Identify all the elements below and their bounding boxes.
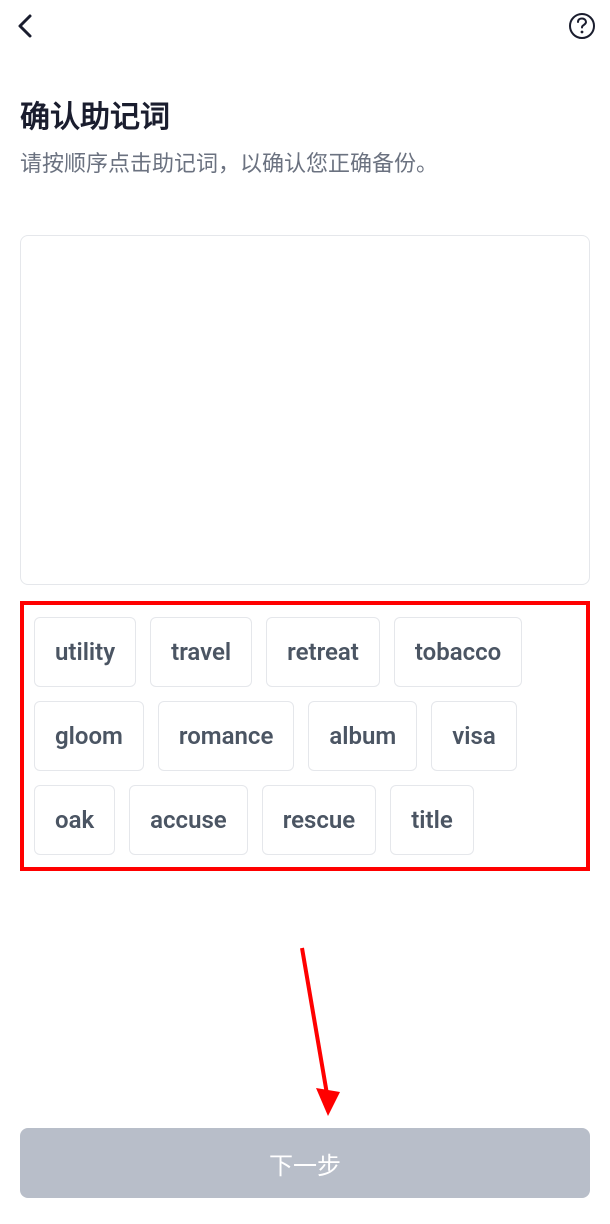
arrow-annotation-icon bbox=[290, 940, 350, 1140]
mnemonic-word-grid: utility travel retreat tobacco gloom rom… bbox=[34, 617, 576, 855]
mnemonic-word[interactable]: gloom bbox=[34, 701, 144, 771]
mnemonic-word[interactable]: retreat bbox=[266, 617, 380, 687]
mnemonic-word[interactable]: romance bbox=[158, 701, 294, 771]
mnemonic-word[interactable]: title bbox=[390, 785, 474, 855]
mnemonic-word-grid-highlight: utility travel retreat tobacco gloom rom… bbox=[20, 601, 590, 871]
title-section: 确认助记词 请按顺序点击助记词，以确认您正确备份。 bbox=[0, 52, 610, 191]
back-button[interactable] bbox=[14, 14, 38, 38]
mnemonic-word[interactable]: accuse bbox=[129, 785, 248, 855]
chevron-left-icon bbox=[16, 12, 36, 40]
mnemonic-word[interactable]: tobacco bbox=[394, 617, 522, 687]
selected-words-area[interactable] bbox=[20, 235, 590, 585]
mnemonic-word[interactable]: oak bbox=[34, 785, 115, 855]
mnemonic-word[interactable]: utility bbox=[34, 617, 136, 687]
header-bar bbox=[0, 0, 610, 52]
mnemonic-word[interactable]: travel bbox=[150, 617, 252, 687]
help-button[interactable] bbox=[568, 12, 596, 40]
page-subtitle: 请按顺序点击助记词，以确认您正确备份。 bbox=[20, 148, 590, 181]
mnemonic-word[interactable]: visa bbox=[431, 701, 517, 771]
mnemonic-word[interactable]: album bbox=[308, 701, 417, 771]
question-circle-icon bbox=[568, 12, 596, 40]
mnemonic-word[interactable]: rescue bbox=[262, 785, 377, 855]
next-button[interactable]: 下一步 bbox=[20, 1128, 590, 1198]
page-title: 确认助记词 bbox=[20, 92, 590, 136]
